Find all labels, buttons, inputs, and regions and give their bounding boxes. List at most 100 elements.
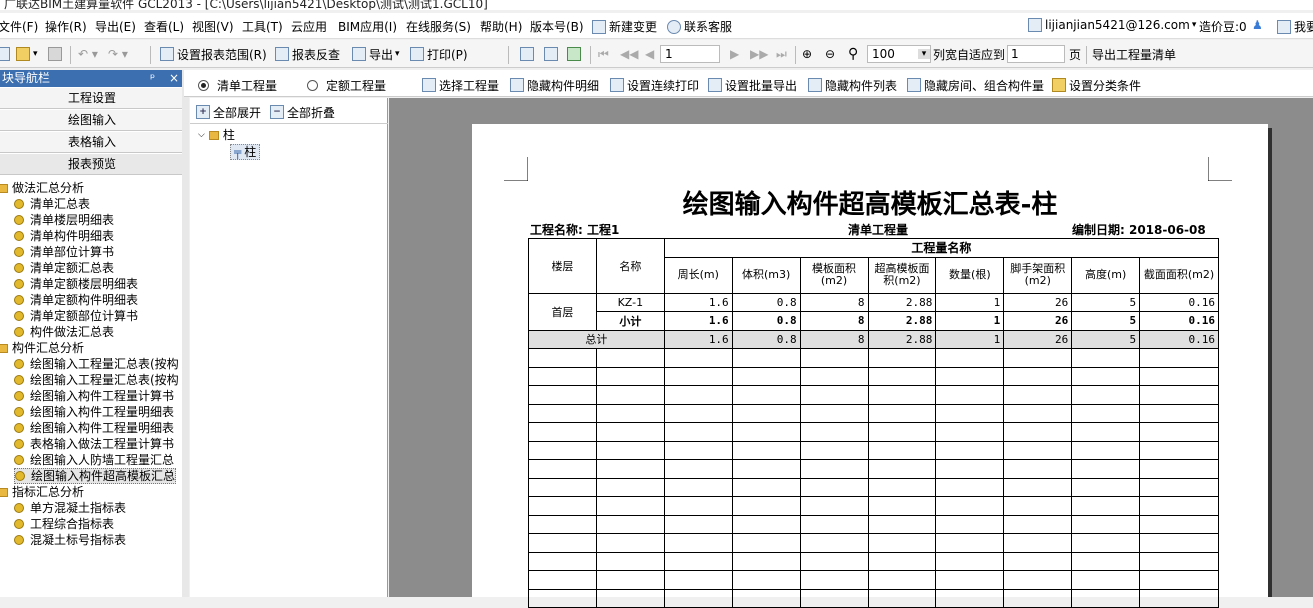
pin-icon[interactable]: ᵖ	[150, 70, 155, 87]
window-title: 广联达BIM土建算量软件 GCL2013 - [C:\Users\lijian5…	[4, 0, 488, 10]
next-fast-icon[interactable]: ▶▶	[750, 45, 768, 63]
nav-header: 块导航栏 ᵖ ×	[0, 70, 184, 87]
tree-group[interactable]: 做法汇总分析	[0, 180, 84, 196]
tree-node-column-group[interactable]: ⌵ 柱	[198, 127, 235, 143]
user-icon	[1028, 18, 1042, 32]
expand-all-button[interactable]: + 全部展开	[196, 103, 261, 121]
report-gear-icon	[14, 199, 24, 209]
last-page-icon[interactable]: ⏭	[776, 45, 787, 63]
tree-report-item[interactable]: 清单定额汇总表	[14, 260, 114, 276]
tree-report-item[interactable]: 绘图输入构件超高模板汇总	[14, 468, 177, 484]
menu-help[interactable]: 帮助(H)	[480, 18, 522, 35]
qty-type: 清单工程量	[848, 223, 909, 237]
nav-report-preview[interactable]: 报表预览	[0, 154, 184, 175]
hide-list-button[interactable]: 隐藏构件列表	[808, 76, 897, 94]
tree-report-item[interactable]: 绘图输入构件工程量明细表	[14, 420, 174, 436]
tree-group[interactable]: 构件汇总分析	[0, 340, 84, 356]
save-icon[interactable]	[48, 45, 65, 63]
menu-version[interactable]: 版本号(B)	[530, 18, 584, 35]
export-button[interactable]: 导出 ▾	[352, 45, 400, 63]
project-name: 工程名称: 工程1	[530, 223, 620, 237]
report-gear-icon	[15, 471, 25, 481]
tree-report-item[interactable]: 清单楼层明细表	[14, 212, 114, 228]
account-menu[interactable]: lijianjian5421@126.com ▾	[1028, 18, 1196, 32]
radio-list-qty[interactable]: 清单工程量	[198, 76, 277, 94]
export-icon	[352, 47, 366, 61]
radio-quota-qty[interactable]: 定额工程量	[307, 76, 386, 94]
export-list-button[interactable]: 导出工程量清单	[1092, 45, 1176, 63]
menu-new-change[interactable]: 新建变更	[592, 18, 657, 35]
cell-value: 0.8	[731, 292, 801, 312]
select-qty-button[interactable]: 选择工程量	[422, 76, 499, 94]
empty-row	[528, 385, 1219, 405]
nav-scrollbar[interactable]	[182, 70, 189, 597]
new-change-icon	[592, 19, 606, 34]
print-button[interactable]: 打印(P)	[410, 45, 468, 63]
header-col: 截面面积(m2)	[1139, 256, 1219, 294]
tree-report-item[interactable]: 清单定额部位计算书	[14, 308, 138, 324]
tree-report-item[interactable]: 清单定额构件明细表	[14, 292, 138, 308]
menu-export[interactable]: 导出(E)	[95, 18, 136, 35]
zoom-in-icon[interactable]: ⊕	[802, 45, 812, 63]
set-range-button[interactable]: 设置报表范围(R)	[160, 45, 267, 63]
menu-bim[interactable]: BIM应用(I)	[338, 18, 397, 35]
tree-report-item[interactable]: 绘图输入工程量汇总表(按构	[14, 372, 179, 388]
double-page-icon[interactable]	[544, 45, 561, 63]
hide-detail-button[interactable]: 隐藏构件明细	[510, 76, 599, 94]
new-file-icon[interactable]	[0, 45, 13, 63]
redo-icon[interactable]: ↷ ▾	[108, 45, 128, 63]
undo-icon[interactable]: ↶ ▾	[78, 45, 98, 63]
close-icon[interactable]: ×	[169, 70, 179, 87]
report-gear-icon	[14, 231, 24, 241]
nav-drawing-input[interactable]: 绘图输入	[0, 110, 184, 131]
menu-window[interactable]: 视图(V)	[192, 18, 234, 35]
nav-project-settings[interactable]: 工程设置	[0, 88, 184, 109]
multi-page-icon[interactable]	[567, 45, 584, 63]
tree-report-item[interactable]: 清单构件明细表	[14, 228, 114, 244]
tree-report-item[interactable]: 工程综合指标表	[14, 516, 114, 532]
prev-fast-icon[interactable]: ◀◀	[620, 45, 638, 63]
classify-button[interactable]: 设置分类条件	[1052, 76, 1141, 94]
check-report-button[interactable]: 报表反查	[275, 45, 340, 63]
feedback-button[interactable]: 我要	[1277, 18, 1313, 35]
tree-report-item[interactable]: 绘图输入工程量汇总表(按构	[14, 356, 179, 372]
cell-value: 0.16	[1139, 292, 1219, 312]
single-page-icon[interactable]	[520, 45, 537, 63]
tree-report-item[interactable]: 清单定额楼层明细表	[14, 276, 138, 292]
tree-report-item[interactable]: 清单部位计算书	[14, 244, 114, 260]
zoom-select[interactable]: 100 ▾	[867, 45, 931, 63]
tree-group[interactable]: 指标汇总分析	[0, 484, 84, 500]
menu-file[interactable]: 文件(F)	[0, 18, 38, 35]
menu-cloud[interactable]: 云应用	[291, 18, 327, 35]
batch-export-button[interactable]: 设置批量导出	[708, 76, 797, 94]
zoom-out-icon[interactable]: ⊖	[825, 45, 835, 63]
tree-report-item[interactable]: 绘图输入构件工程量明细表	[14, 404, 174, 420]
menu-online[interactable]: 在线服务(S)	[406, 18, 471, 35]
tree-report-item[interactable]: 绘图输入构件工程量计算书	[14, 388, 174, 404]
tree-report-item[interactable]: 构件做法汇总表	[14, 324, 114, 340]
nav-table-input[interactable]: 表格输入	[0, 132, 184, 153]
open-folder-icon[interactable]: ▾	[16, 45, 38, 63]
menu-tools[interactable]: 工具(T)	[242, 18, 283, 35]
cell-value: 2.88	[867, 292, 937, 312]
tree-report-item[interactable]: 表格输入做法工程量计算书	[14, 436, 174, 452]
menu-view[interactable]: 查看(L)	[144, 18, 184, 35]
continuous-print-button[interactable]: 设置连续打印	[610, 76, 699, 94]
prev-page-icon[interactable]: ◀	[645, 45, 654, 63]
bell-icon[interactable]: ♟	[1252, 18, 1263, 32]
tree-report-item[interactable]: 绘图输入人防墙工程量汇总	[14, 452, 174, 468]
collapse-all-button[interactable]: − 全部折叠	[270, 103, 335, 121]
hide-room-button[interactable]: 隐藏房间、组合构件量	[907, 76, 1044, 94]
tree-report-item[interactable]: 清单汇总表	[14, 196, 90, 212]
menu-operate[interactable]: 操作(R)	[45, 18, 87, 35]
report-gear-icon	[14, 423, 24, 433]
tree-report-item[interactable]: 单方混凝土指标表	[14, 500, 126, 516]
first-page-icon[interactable]: ⏮	[598, 45, 609, 63]
search-icon[interactable]: ⚲	[848, 45, 858, 63]
tree-report-item[interactable]: 混凝土标号指标表	[14, 532, 126, 548]
menu-contact[interactable]: 联系客服	[667, 18, 732, 35]
next-page-icon[interactable]: ▶	[730, 45, 739, 63]
tree-node-column[interactable]: ╤ 柱	[230, 144, 261, 160]
fit-pages-input[interactable]: 1	[1007, 45, 1065, 63]
page-input[interactable]: 1	[660, 45, 720, 63]
